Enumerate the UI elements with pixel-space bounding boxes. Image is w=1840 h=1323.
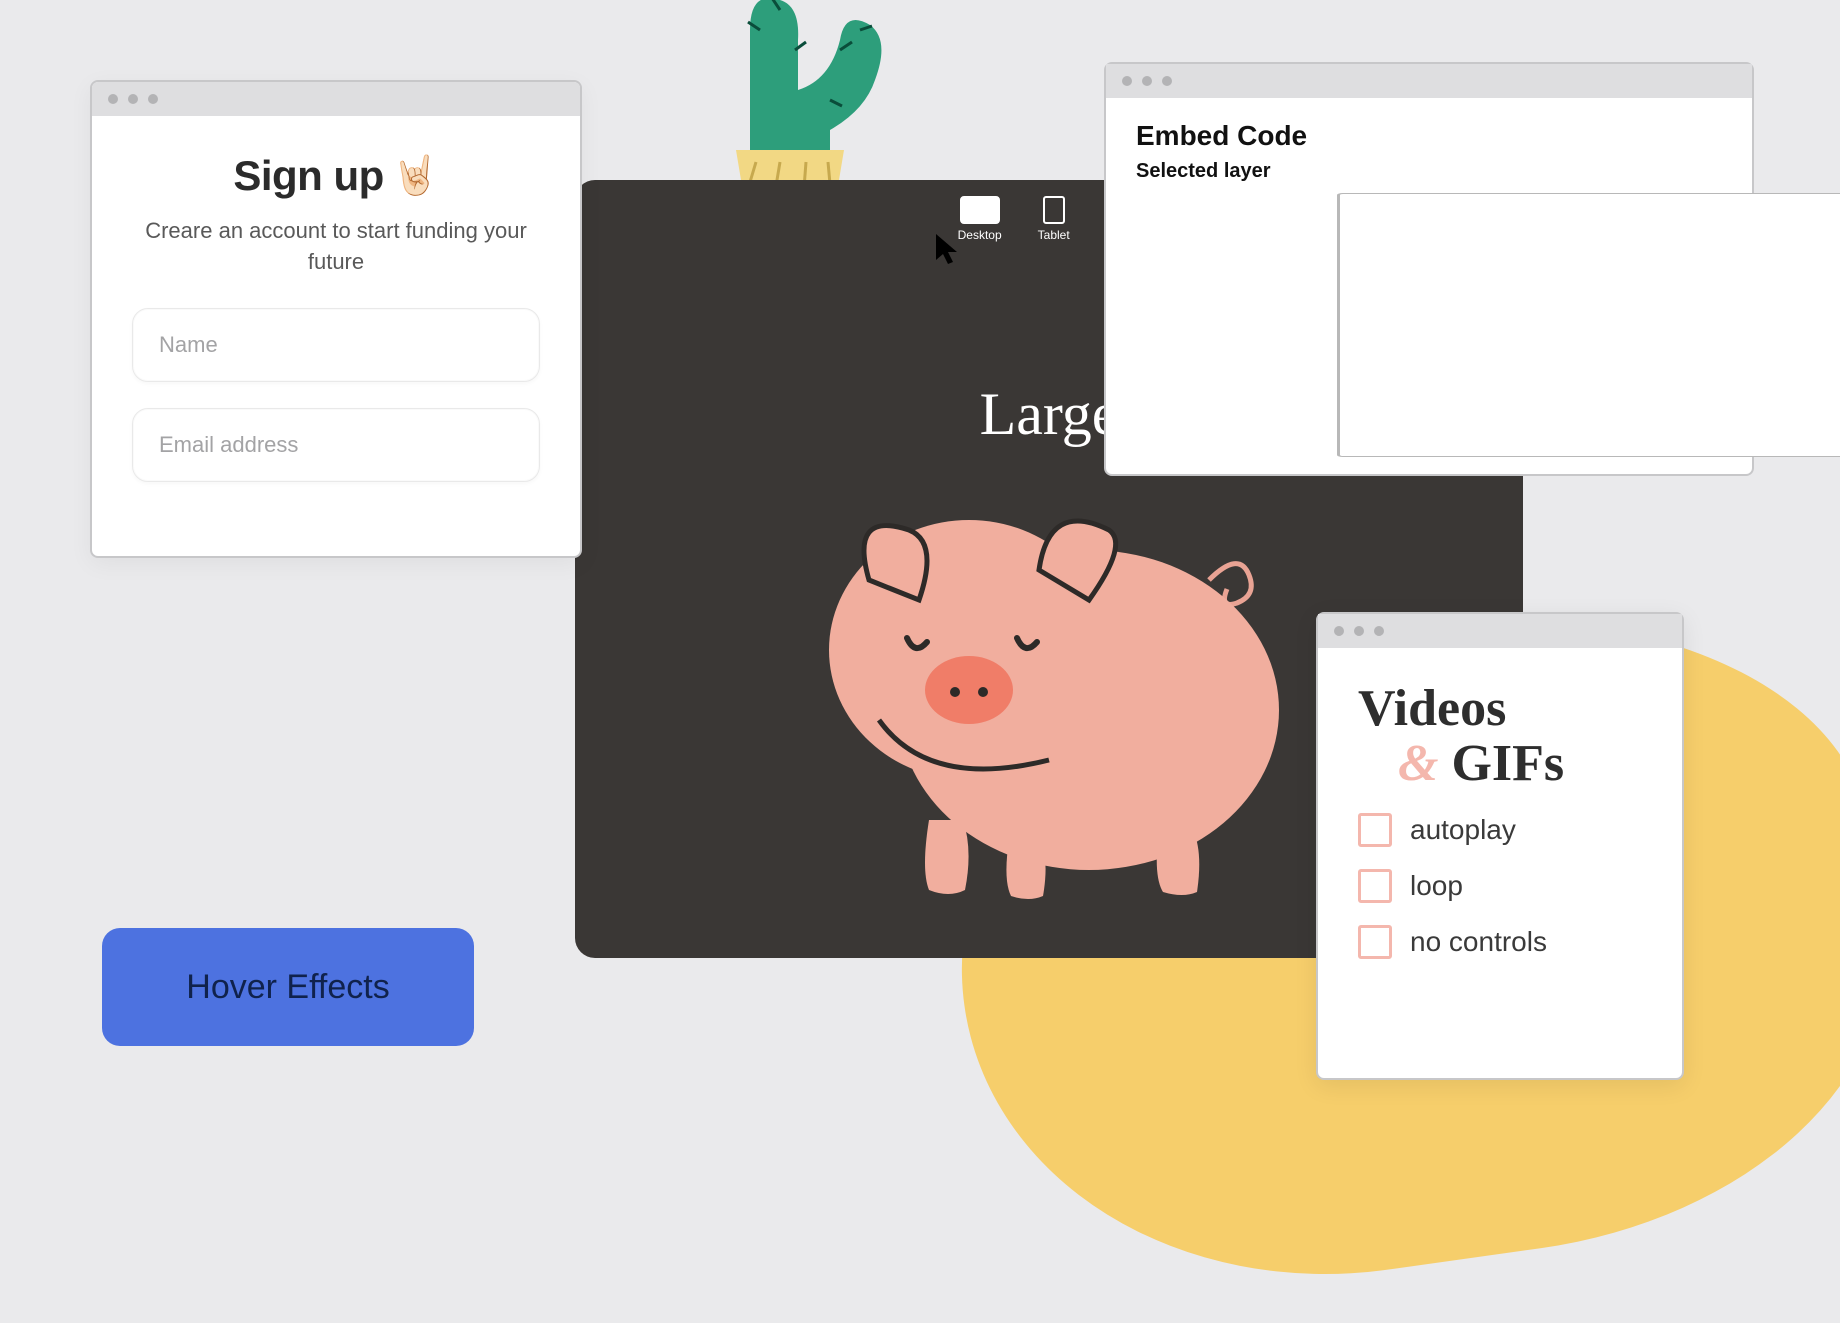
signup-title: Sign up 🤘🏻: [233, 152, 438, 200]
window-dot: [1162, 76, 1172, 86]
rock-hand-icon: 🤘🏻: [392, 154, 439, 198]
videos-gifs-window: Videos & GIFs autoplay loop no controls: [1316, 612, 1684, 1080]
checkbox-icon: [1358, 925, 1392, 959]
window-dot: [1374, 626, 1384, 636]
videos-title: Videos & GIFs: [1358, 682, 1642, 791]
pig-illustration: [789, 460, 1309, 900]
embed-code-window: Embed Code Selected layer: [1104, 62, 1754, 476]
embed-title: Embed Code: [1136, 120, 1722, 152]
name-field[interactable]: [132, 308, 540, 382]
cactus-illustration: [680, 0, 900, 210]
signup-title-text: Sign up: [233, 152, 383, 200]
videos-title-line2: GIFs: [1451, 735, 1564, 792]
hover-effects-button[interactable]: Hover Effects: [102, 928, 474, 1046]
device-tablet-button[interactable]: Tablet: [1038, 196, 1070, 242]
embed-code-textarea[interactable]: [1337, 193, 1840, 457]
signup-subtitle: Creare an account to start funding your …: [132, 216, 540, 278]
window-dot: [148, 94, 158, 104]
ampersand-icon: &: [1398, 735, 1438, 792]
embed-subtitle: Selected layer: [1136, 160, 1722, 183]
window-dot: [108, 94, 118, 104]
window-dot: [1334, 626, 1344, 636]
window-titlebar: [92, 82, 580, 116]
device-label: Tablet: [1038, 228, 1070, 242]
videos-title-line1: Videos: [1358, 680, 1506, 737]
window-dot: [1142, 76, 1152, 86]
option-no-controls[interactable]: no controls: [1358, 925, 1642, 959]
window-dot: [1122, 76, 1132, 86]
signup-window: Sign up 🤘🏻 Creare an account to start fu…: [90, 80, 582, 558]
option-label: no controls: [1410, 926, 1547, 958]
option-loop[interactable]: loop: [1358, 869, 1642, 903]
hover-button-label: Hover Effects: [186, 968, 389, 1007]
cursor-icon: [933, 232, 961, 266]
device-desktop-button[interactable]: Desktop: [958, 196, 1002, 242]
checkbox-icon: [1358, 869, 1392, 903]
email-field[interactable]: [132, 408, 540, 482]
window-titlebar: [1318, 614, 1682, 648]
window-dot: [128, 94, 138, 104]
option-autoplay[interactable]: autoplay: [1358, 813, 1642, 847]
window-dot: [1354, 626, 1364, 636]
tablet-icon: [1043, 196, 1065, 224]
window-titlebar: [1106, 64, 1752, 98]
device-label: Desktop: [958, 228, 1002, 242]
checkbox-icon: [1358, 813, 1392, 847]
desktop-icon: [960, 196, 1000, 224]
option-label: autoplay: [1410, 814, 1516, 846]
option-label: loop: [1410, 870, 1463, 902]
